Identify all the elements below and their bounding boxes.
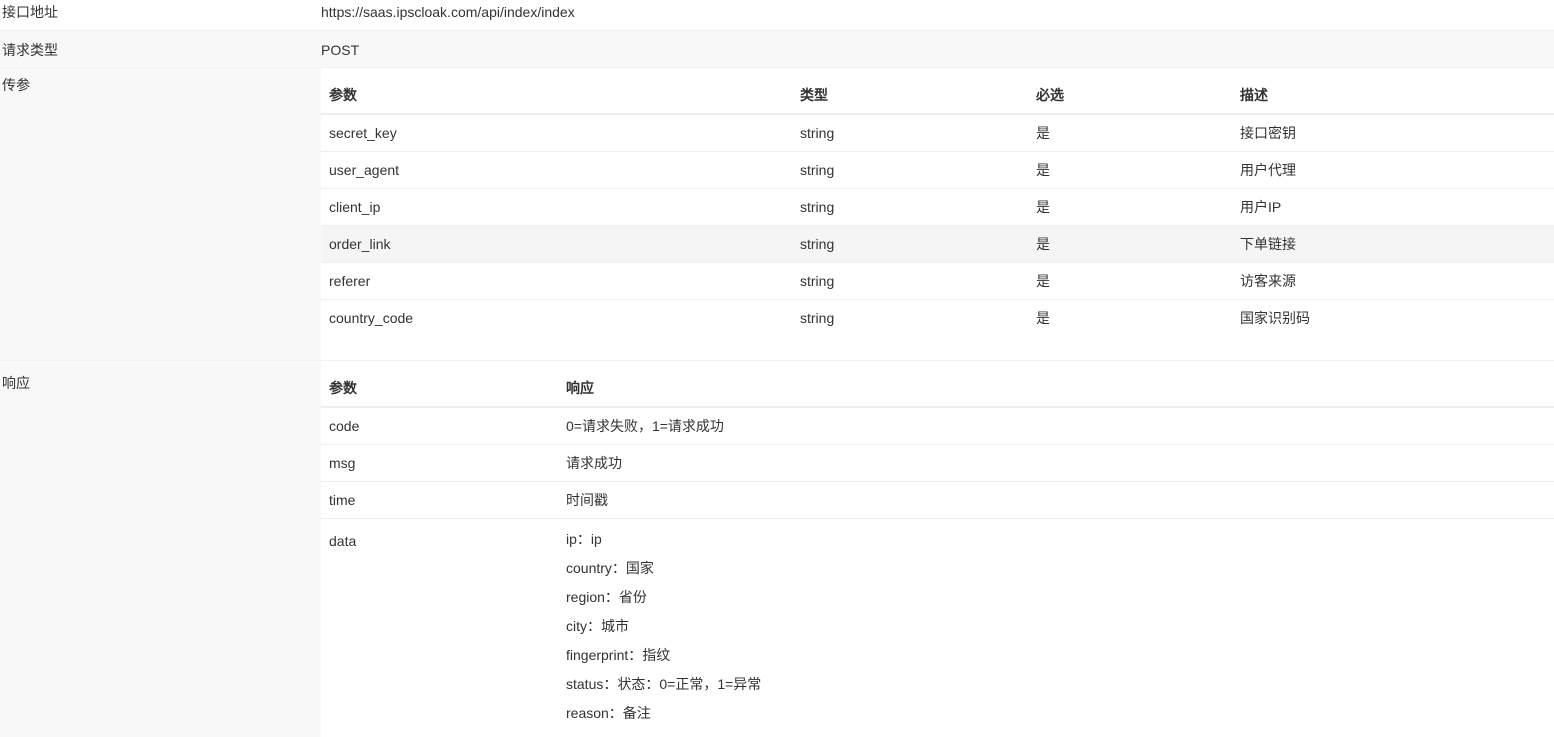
param-name: country_code <box>329 309 414 326</box>
param-required: 是 <box>1028 188 1232 226</box>
params-table: 参数 类型 必选 描述 secret_key string 是 接口密钥 use… <box>321 77 1554 336</box>
table-row: order_link string 是 下单链接 <box>321 225 1554 263</box>
response-header-resp: 响应 <box>558 370 1554 408</box>
data-field-line: fingerprint：指纹 <box>566 646 671 663</box>
param-name: user_agent <box>321 151 792 189</box>
param-desc: 访客来源 <box>1232 262 1554 300</box>
data-field-line: city：城市 <box>566 617 629 634</box>
table-row: time 时间戳 <box>321 481 1554 519</box>
param-type: string <box>792 188 1028 226</box>
resp-param-name: time <box>321 481 558 519</box>
table-row: code 0=请求失败，1=请求成功 <box>321 407 1554 445</box>
resp-param-name: data <box>329 532 357 549</box>
table-row: country_code string 是 国家识别码 <box>321 299 1554 336</box>
resp-data-fields: ip：ip country：国家 region：省份 city：城市 finge… <box>558 518 1554 732</box>
param-name: referer <box>321 262 792 300</box>
table-row: msg 请求成功 <box>321 444 1554 482</box>
param-required: 是 <box>1036 309 1050 326</box>
param-name: secret_key <box>321 114 792 152</box>
response-table-wrap: 参数 响应 code 0=请求失败，1=请求成功 msg 请求成功 time 时… <box>321 361 1554 737</box>
param-desc: 下单链接 <box>1232 225 1554 263</box>
params-header-param: 参数 <box>321 77 792 115</box>
param-desc: 接口密钥 <box>1232 114 1554 152</box>
table-row: secret_key string 是 接口密钥 <box>321 114 1554 152</box>
param-type: string <box>792 114 1028 152</box>
params-header-required: 必选 <box>1028 77 1232 115</box>
response-label: 响应 <box>2 375 30 391</box>
url-label: 接口地址 <box>2 4 58 20</box>
method-value: POST <box>321 31 1554 67</box>
response-header-param: 参数 <box>321 370 558 408</box>
resp-param-name: msg <box>321 444 558 482</box>
param-required: 是 <box>1028 262 1232 300</box>
table-row: data ip：ip country：国家 region：省份 city：城市 … <box>321 518 1554 732</box>
api-doc: 接口地址 https://saas.ipscloak.com/api/index… <box>0 0 1554 737</box>
param-desc: 用户代理 <box>1232 151 1554 189</box>
param-name: client_ip <box>321 188 792 226</box>
param-type: string <box>792 225 1028 263</box>
data-field-line: reason：备注 <box>566 704 651 721</box>
param-type: string <box>792 262 1028 300</box>
params-header-type: 类型 <box>792 77 1028 115</box>
params-table-wrap: 参数 类型 必选 描述 secret_key string 是 接口密钥 use… <box>321 68 1554 360</box>
resp-param-name: code <box>321 407 558 445</box>
data-field-line: status：状态：0=正常，1=异常 <box>566 675 762 692</box>
url-row: 接口地址 https://saas.ipscloak.com/api/index… <box>0 0 1554 31</box>
param-required: 是 <box>1028 225 1232 263</box>
param-desc: 国家识别码 <box>1240 309 1310 326</box>
param-type: string <box>800 309 835 326</box>
param-desc: 用户IP <box>1232 188 1554 226</box>
data-field-line: region：省份 <box>566 588 647 605</box>
params-label: 传参 <box>2 77 30 93</box>
response-header-row: 参数 响应 <box>321 370 1554 408</box>
table-row: client_ip string 是 用户IP <box>321 188 1554 226</box>
url-value: https://saas.ipscloak.com/api/index/inde… <box>321 4 575 20</box>
param-required: 是 <box>1028 151 1232 189</box>
params-row: 传参 参数 类型 必选 描述 secret_key string 是 接口密钥 … <box>0 68 1554 361</box>
data-field-line: ip：ip <box>566 530 602 547</box>
param-name: order_link <box>321 225 792 263</box>
method-row: 请求类型 POST <box>0 31 1554 68</box>
resp-param-value: 0=请求失败，1=请求成功 <box>558 407 1554 445</box>
resp-param-value: 时间戳 <box>558 481 1554 519</box>
params-header-row: 参数 类型 必选 描述 <box>321 77 1554 115</box>
data-field-line: country：国家 <box>566 559 654 576</box>
response-row: 响应 参数 响应 code 0=请求失败，1=请求成功 msg 请求成功 tim… <box>0 361 1554 737</box>
param-type: string <box>792 151 1028 189</box>
response-table: 参数 响应 code 0=请求失败，1=请求成功 msg 请求成功 time 时… <box>321 370 1554 732</box>
params-header-desc: 描述 <box>1232 77 1554 115</box>
method-label: 请求类型 <box>2 42 58 58</box>
param-required: 是 <box>1028 114 1232 152</box>
table-row: user_agent string 是 用户代理 <box>321 151 1554 189</box>
table-row: referer string 是 访客来源 <box>321 262 1554 300</box>
resp-param-value: 请求成功 <box>558 444 1554 482</box>
